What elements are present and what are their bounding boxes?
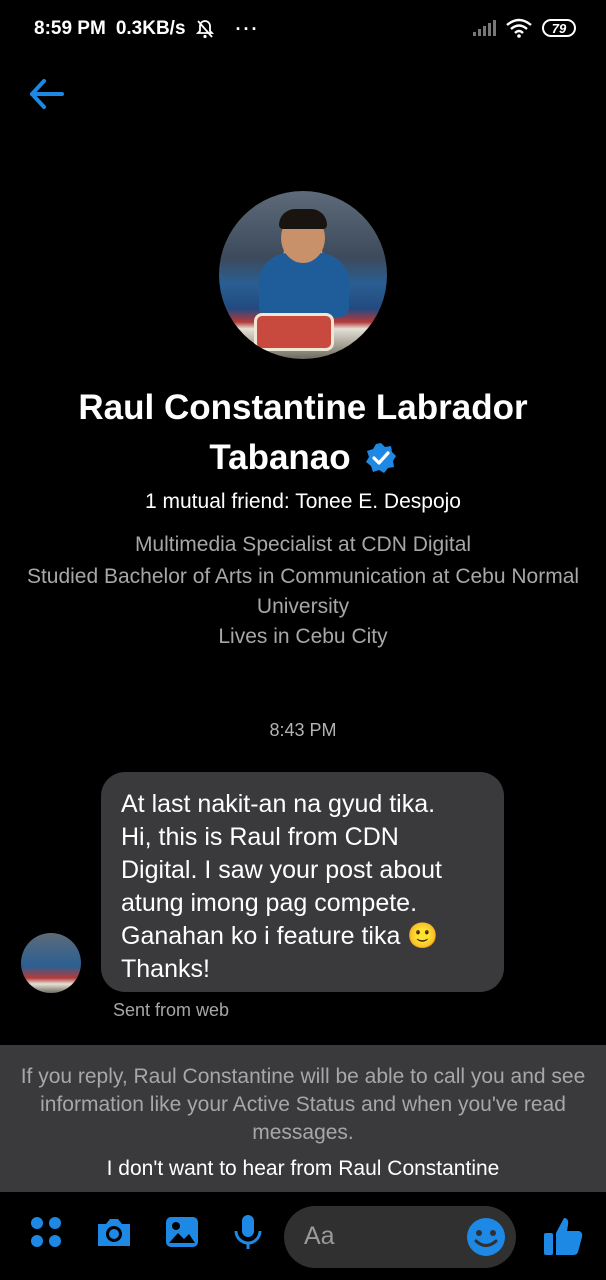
wifi-icon: [506, 18, 532, 38]
location-info: Lives in Cebu City: [218, 625, 388, 648]
profile-name: Raul Constantine Labrador Tabanao: [0, 383, 606, 483]
emoji-icon[interactable]: [465, 1216, 507, 1258]
battery-indicator: 79: [542, 19, 576, 37]
profile-name-line2-wrap: Tabanao: [209, 433, 396, 483]
status-time: 8:59 PM: [34, 18, 106, 39]
profile-name-line1: Raul Constantine Labrador: [78, 388, 528, 427]
message-line: atung imong pag compete.: [121, 889, 418, 917]
profile-name-line2: Tabanao: [209, 438, 351, 477]
message-timestamp: 8:43 PM: [269, 720, 337, 740]
menu-dots-icon[interactable]: [26, 1212, 66, 1252]
gallery-icon[interactable]: [162, 1212, 202, 1252]
like-icon[interactable]: [541, 1214, 585, 1258]
notice-text: If you reply, Raul Constantine will be a…: [20, 1065, 586, 1144]
message-bubble[interactable]: At last nakit-an na gyud tika. Hi, this …: [101, 772, 504, 992]
work-info: Multimedia Specialist at CDN Digital: [134, 533, 472, 556]
profile-avatar[interactable]: [219, 191, 387, 359]
message-line: Thanks!: [121, 955, 210, 983]
ignore-messages-link[interactable]: I don't want to hear from Raul Constanti…: [0, 1157, 606, 1181]
message-line: Ganahan ko i feature tika 🙂: [121, 922, 439, 950]
education-info: Studied Bachelor of Arts in Communicatio…: [26, 565, 580, 618]
more-dots-icon: ···: [235, 18, 260, 39]
camera-icon[interactable]: [94, 1212, 134, 1252]
message-line: Hi, this is Raul from CDN: [121, 823, 399, 851]
network-speed: 0.3KB/s: [115, 18, 186, 39]
message-request-notice: If you reply, Raul Constantine will be a…: [0, 1045, 606, 1192]
sent-from-label: Sent from web: [113, 1000, 230, 1020]
status-left: 8:59 PM 0.3KB/s ···: [34, 18, 260, 40]
message-line: Digital. I saw your post about: [121, 856, 442, 884]
avatar-drum: [254, 313, 334, 351]
sender-avatar[interactable]: [21, 933, 81, 993]
message-line: At last nakit-an na gyud tika.: [121, 790, 436, 818]
microphone-icon[interactable]: [228, 1212, 268, 1252]
status-bar: 8:59 PM 0.3KB/s ··· 79: [0, 0, 606, 60]
mutual-friends: 1 mutual friend: Tonee E. Despojo: [145, 490, 461, 513]
avatar-hair: [279, 209, 327, 229]
bell-off-icon: [195, 20, 214, 39]
status-right: 79: [472, 18, 576, 38]
verified-badge-icon: [365, 443, 396, 473]
signal-icon: [473, 20, 496, 36]
message-input-placeholder: Aa: [304, 1222, 335, 1250]
back-arrow-icon[interactable]: [24, 72, 68, 116]
